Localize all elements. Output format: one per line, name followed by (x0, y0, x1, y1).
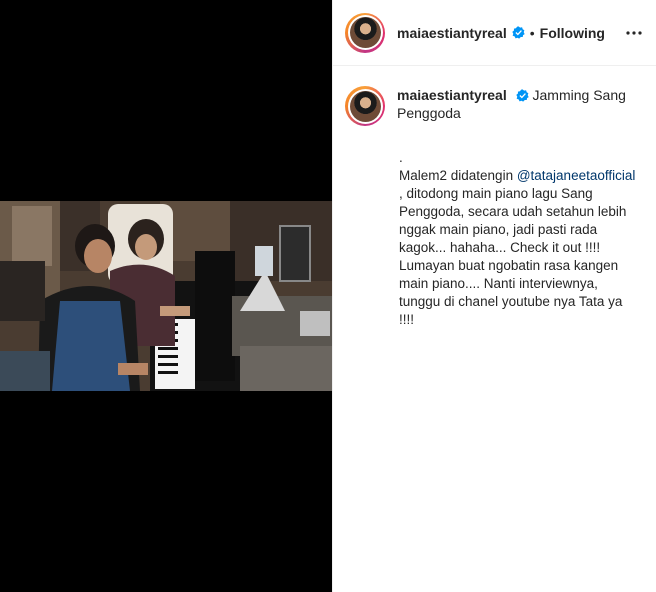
video-player[interactable] (0, 201, 332, 391)
caption-intro: Malem2 didatengin (399, 168, 517, 183)
caption-username-link[interactable]: maiaestiantyreal (397, 87, 507, 103)
post-media[interactable] (0, 0, 332, 592)
caption-text: . Malem2 didatengin @tatajaneetaofficial… (399, 149, 639, 329)
post-header: maiaestiantyreal • Following (333, 0, 656, 66)
caption-avatar[interactable] (345, 86, 385, 126)
mention-link[interactable]: @tatajaneetaofficial (517, 168, 636, 183)
caption-title-block: maiaestiantyreal Jamming Sang Penggoda (397, 86, 642, 126)
separator-dot: • (529, 24, 535, 41)
avatar-image (349, 17, 381, 48)
following-button[interactable]: Following (540, 25, 605, 41)
username-link[interactable]: maiaestiantyreal (397, 25, 507, 41)
more-options-icon[interactable] (624, 23, 644, 43)
caption-body: , ditodong main piano lagu Sang Penggoda… (399, 168, 640, 327)
caption-dot-line: . (399, 150, 403, 165)
avatar[interactable] (345, 12, 385, 53)
video-frame-image (0, 201, 332, 391)
post-details-panel: maiaestiantyreal • Following maiaestiant… (332, 0, 656, 592)
caption-header: maiaestiantyreal Jamming Sang Penggoda (333, 66, 656, 126)
avatar-image (349, 90, 381, 122)
verified-badge-icon (515, 89, 529, 102)
verified-badge-icon (512, 26, 525, 39)
